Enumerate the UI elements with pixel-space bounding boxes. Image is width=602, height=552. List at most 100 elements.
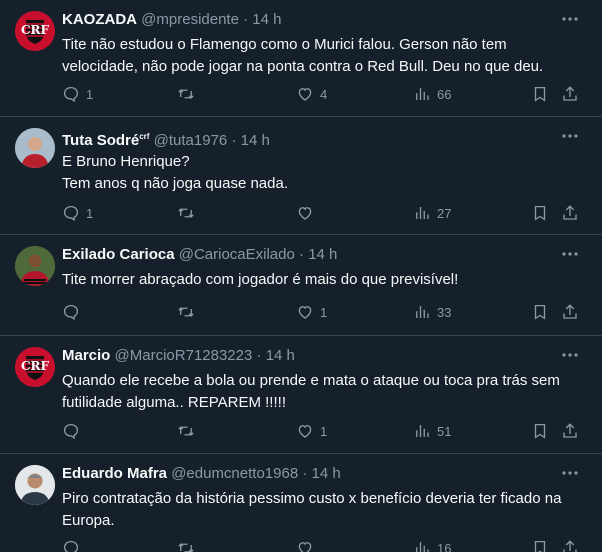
more-button[interactable] [560,126,580,146]
retweet-icon [178,89,194,99]
player-photo-icon [15,246,55,286]
display-name[interactable]: KAOZADA [62,11,137,28]
share-icon [563,205,577,220]
retweet-button[interactable] [177,538,201,552]
avatar[interactable] [15,246,55,286]
tweet-text: Quando ele recebe a bola ou prende e mat… [62,372,560,411]
bookmark-button[interactable] [531,203,549,223]
reply-icon [63,423,79,440]
share-icon [563,304,577,319]
bookmark-button[interactable] [531,302,549,322]
tweet-text: Tite não estudou o Flamengo como o Muric… [62,36,544,75]
more-button[interactable] [560,463,580,483]
share-icon [563,540,577,552]
share-button[interactable] [561,203,579,223]
views-count: 33 [437,304,452,320]
handle[interactable]: @tuta1976 [154,132,228,149]
reply-button[interactable] [62,302,86,322]
retweet-button[interactable] [177,421,201,441]
reply-button[interactable] [62,538,86,552]
bookmark-button[interactable] [531,538,549,552]
avatar[interactable] [15,465,55,505]
views-count: 27 [437,205,452,221]
share-button[interactable] [561,538,579,552]
retweet-button[interactable] [177,203,201,223]
retweet-button[interactable] [177,302,201,322]
retweet-icon [178,426,194,436]
person-photo-icon [15,465,55,505]
reply-icon [63,86,79,103]
separator: · [302,465,308,482]
more-button[interactable] [560,244,580,264]
share-button[interactable] [561,84,579,104]
retweet-icon [178,543,194,552]
timestamp[interactable]: 14 h [241,132,270,149]
handle[interactable]: @edumcnetto1968 [171,465,298,482]
avatar[interactable]: CRF [15,347,55,387]
views-button[interactable]: 27 [413,203,451,223]
name-badge: crf [139,132,150,141]
tweet[interactable]: CRF KAOZADA @mpresidente · 14 h Tite não… [0,0,602,117]
reply-button[interactable] [62,421,86,441]
flamengo-crest-icon: CRF [15,347,55,387]
tweet[interactable]: CRF Marcio @MarcioR71283223 · 14 h Quand… [0,336,602,454]
like-button[interactable]: 1 [296,302,327,322]
like-count: 1 [320,304,328,320]
display-name[interactable]: Exilado Carioca [62,246,175,263]
tweet[interactable]: Eduardo Mafra @edumcnetto1968 · 14 h Pir… [0,454,602,552]
more-icon [562,17,578,21]
views-icon [416,207,429,219]
views-icon [416,306,429,318]
views-button[interactable]: 33 [413,302,451,322]
share-icon [563,86,577,101]
bookmark-icon [534,86,546,102]
heart-icon [298,425,312,438]
separator: · [243,11,249,28]
timestamp[interactable]: 14 h [308,246,337,263]
views-icon [416,88,429,100]
timestamp[interactable]: 14 h [312,465,341,482]
bookmark-button[interactable] [531,84,549,104]
timestamp[interactable]: 14 h [252,11,281,28]
like-button[interactable] [296,538,320,552]
heart-icon [298,542,312,552]
tweet-text: E Bruno Henrique? Tem anos q não joga qu… [62,153,289,192]
views-button[interactable]: 51 [413,421,451,441]
views-button[interactable]: 16 [413,538,451,552]
like-button[interactable]: 4 [296,84,327,104]
more-button[interactable] [560,345,580,365]
handle[interactable]: @CariocaExilado [179,246,295,263]
more-icon [562,353,578,357]
avatar[interactable] [15,128,55,168]
share-button[interactable] [561,421,579,441]
handle[interactable]: @mpresidente [141,11,239,28]
reply-button[interactable]: 1 [62,84,93,104]
tweet[interactable]: Exilado Carioca @CariocaExilado · 14 h T… [0,235,602,336]
flamengo-crest-icon: CRF [15,11,55,51]
like-button[interactable]: 1 [296,421,327,441]
views-icon [416,425,429,437]
tweet-header: Marcio @MarcioR71283223 · 14 h [62,347,295,365]
bookmark-icon [534,423,546,439]
display-name[interactable]: Marcio [62,347,110,364]
bookmark-icon [534,540,546,552]
like-button[interactable] [296,203,320,223]
timestamp[interactable]: 14 h [266,347,295,364]
display-name[interactable]: Tuta Sodré [62,132,139,149]
tweet[interactable]: Tuta Sodrécrf @tuta1976 · 14 h E Bruno H… [0,117,602,235]
svg-text:CRF: CRF [21,23,50,37]
more-button[interactable] [560,9,580,29]
more-icon [562,252,578,256]
retweet-button[interactable] [177,84,201,104]
display-name[interactable]: Eduardo Mafra [62,465,167,482]
reply-button[interactable]: 1 [62,203,93,223]
share-button[interactable] [561,302,579,322]
like-count: 1 [320,423,328,439]
views-button[interactable]: 66 [413,84,451,104]
separator: · [299,246,305,263]
bookmark-button[interactable] [531,421,549,441]
heart-icon [298,306,312,319]
bookmark-icon [534,304,546,320]
avatar[interactable]: CRF [15,11,55,51]
handle[interactable]: @MarcioR71283223 [115,347,253,364]
